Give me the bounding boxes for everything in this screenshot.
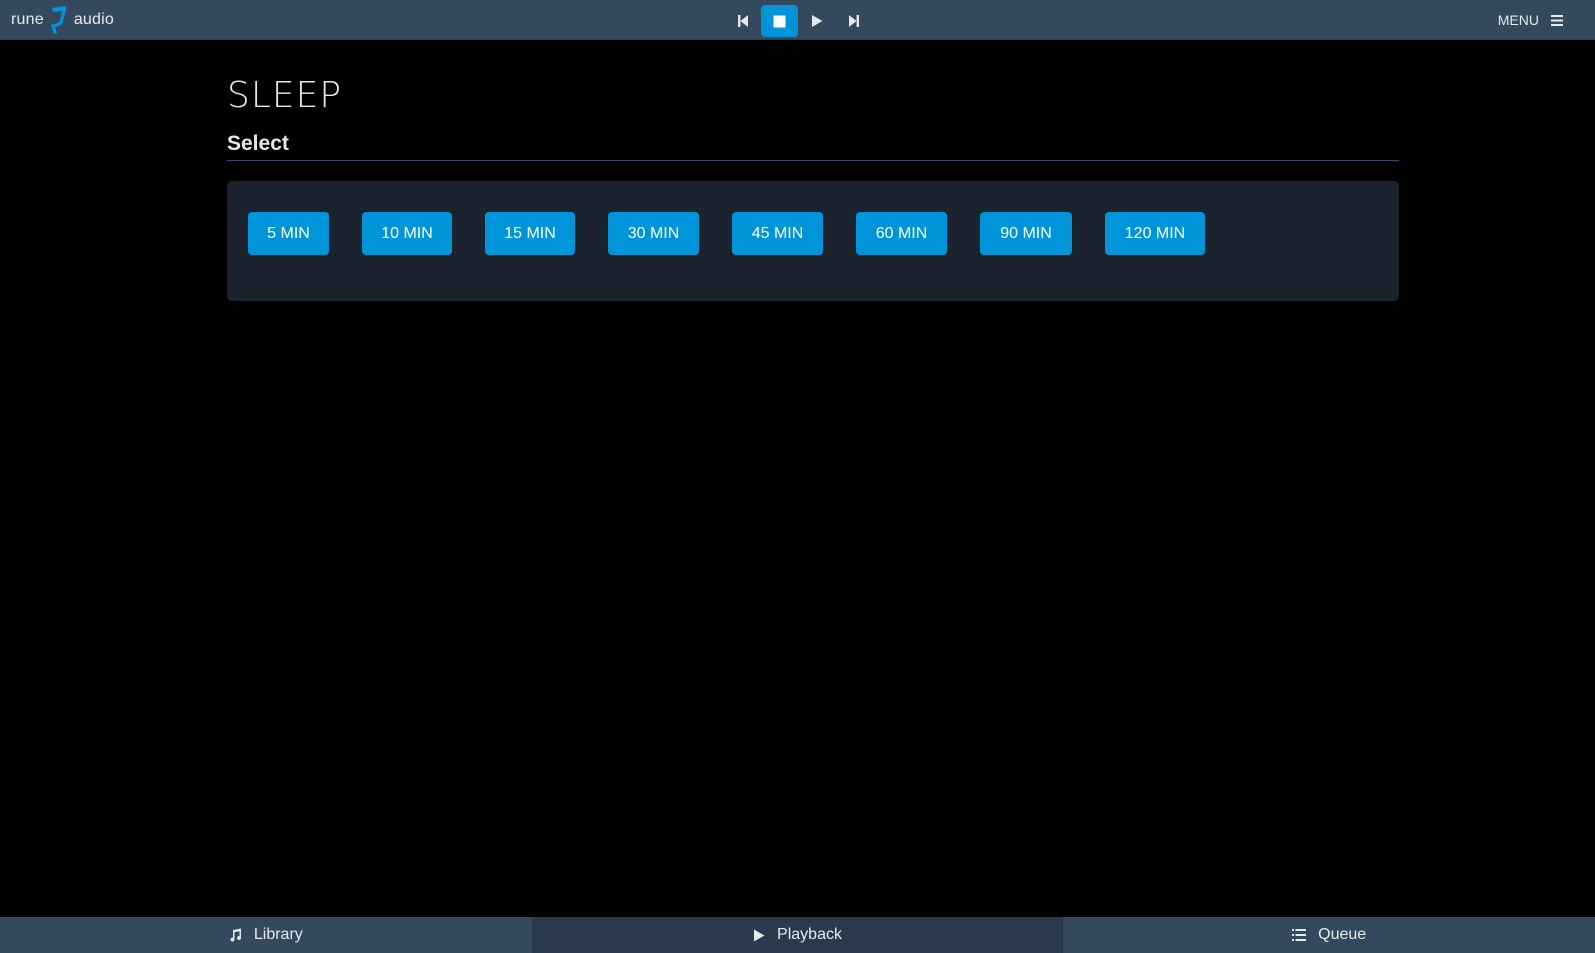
tab-queue-label: Queue bbox=[1318, 926, 1367, 943]
next-button[interactable] bbox=[835, 5, 872, 37]
sleep-options-panel: 5 MIN 10 MIN 15 MIN 30 MIN 45 MIN 60 MIN… bbox=[227, 181, 1399, 301]
tab-playback[interactable]: Playback bbox=[531, 917, 1064, 953]
playback-controls bbox=[724, 5, 872, 37]
sleep-45-min-button[interactable]: 45 MIN bbox=[732, 212, 823, 255]
logo-text-rune: rune bbox=[11, 11, 44, 28]
sleep-10-min-button[interactable]: 10 MIN bbox=[362, 212, 452, 255]
top-navbar: rune audio MENU bbox=[0, 0, 1595, 40]
page-title: SLEEP bbox=[227, 75, 343, 116]
rune-logo-icon bbox=[50, 6, 67, 34]
skip-next-icon bbox=[848, 15, 859, 27]
list-icon bbox=[1292, 929, 1307, 941]
sleep-60-min-button[interactable]: 60 MIN bbox=[856, 212, 947, 255]
sleep-page: SLEEP Select 5 MIN 10 MIN 15 MIN 30 MIN … bbox=[227, 72, 1399, 301]
sleep-120-min-button[interactable]: 120 MIN bbox=[1105, 212, 1205, 255]
play-button[interactable] bbox=[798, 5, 835, 37]
play-icon bbox=[811, 15, 822, 27]
music-note-icon bbox=[230, 928, 241, 942]
tab-library-label: Library bbox=[253, 926, 303, 943]
rune-audio-logo[interactable]: rune audio bbox=[11, 6, 114, 34]
tab-queue[interactable]: Queue bbox=[1063, 917, 1595, 953]
sleep-15-min-button[interactable]: 15 MIN bbox=[485, 212, 575, 255]
sleep-30-min-button[interactable]: 30 MIN bbox=[608, 212, 699, 255]
bottom-navbar: Library Playback Queue bbox=[0, 917, 1595, 953]
previous-button[interactable] bbox=[724, 5, 761, 37]
play-icon bbox=[754, 929, 765, 941]
stop-button[interactable] bbox=[761, 5, 798, 37]
section-title: Select bbox=[227, 130, 1399, 161]
hamburger-icon bbox=[1551, 14, 1563, 26]
skip-previous-icon bbox=[737, 15, 748, 27]
sleep-5-min-button[interactable]: 5 MIN bbox=[248, 212, 329, 255]
menu-label: MENU bbox=[1497, 12, 1539, 28]
tab-library[interactable]: Library bbox=[0, 917, 532, 953]
sleep-90-min-button[interactable]: 90 MIN bbox=[980, 212, 1072, 255]
menu-button[interactable]: MENU bbox=[1498, 11, 1563, 29]
logo-text-audio: audio bbox=[73, 11, 114, 28]
stop-icon bbox=[773, 15, 786, 27]
tab-playback-label: Playback bbox=[777, 926, 842, 943]
